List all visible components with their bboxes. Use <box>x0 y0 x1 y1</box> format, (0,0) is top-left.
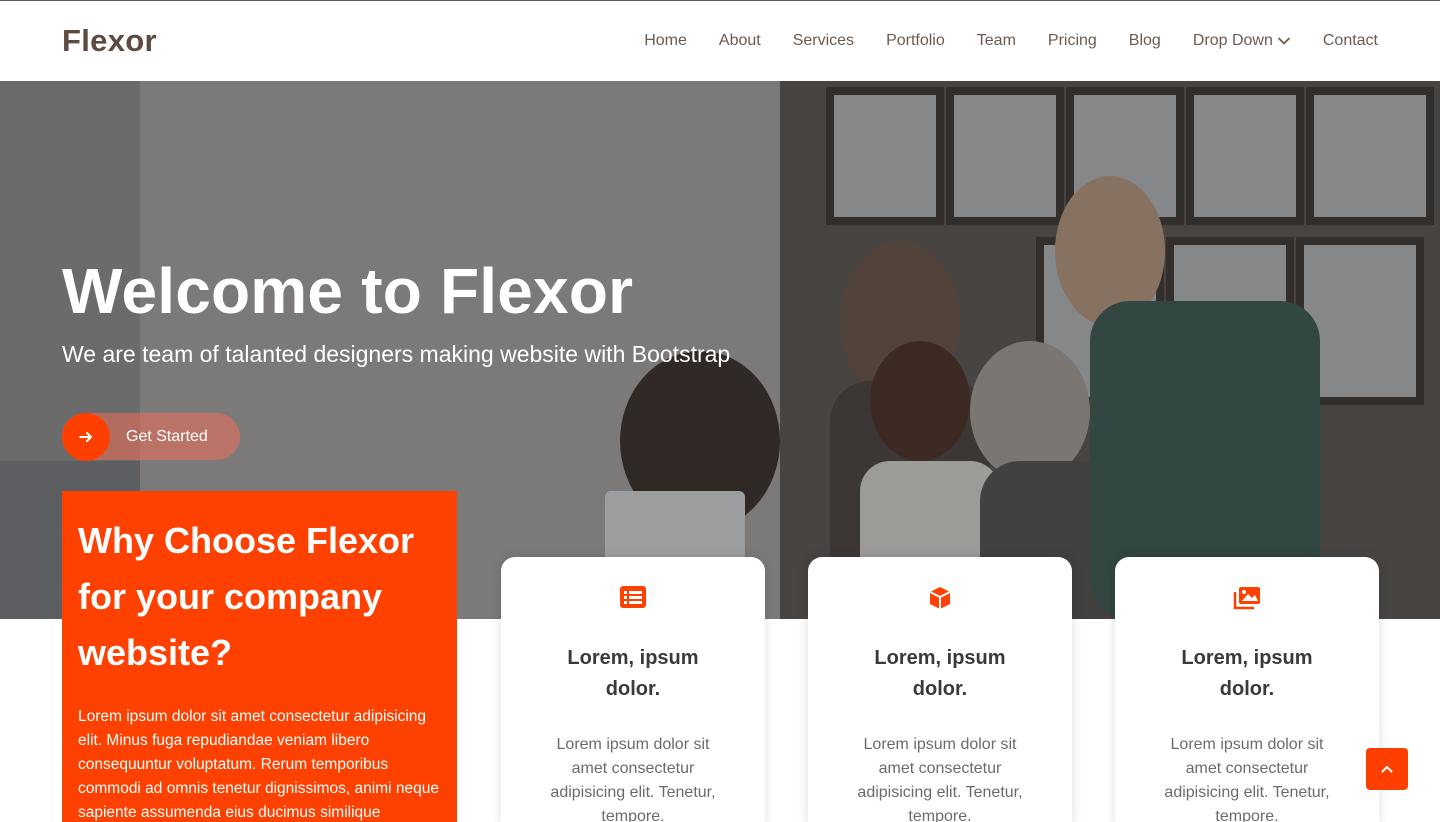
chevron-up-icon <box>1381 766 1393 773</box>
main-nav: Home About Services Portfolio Team Prici… <box>644 32 1378 50</box>
hero-title: Welcome to Flexor <box>62 255 634 327</box>
feature-card-text: Lorem ipsum dolor sit amet consectetur a… <box>857 736 1023 822</box>
nav-item-portfolio[interactable]: Portfolio <box>886 32 945 50</box>
nav-item-team[interactable]: Team <box>977 32 1016 50</box>
list-icon <box>620 586 646 608</box>
logo[interactable]: Flexor <box>62 23 157 59</box>
arrow-right-icon <box>79 431 92 442</box>
feature-card: Lorem, ipsum dolor. Lorem ipsum dolor si… <box>1115 557 1379 822</box>
feature-card-title: Lorem, ipsum dolor. <box>874 647 1006 700</box>
feature-card-title: Lorem, ipsum dolor. <box>1181 647 1313 700</box>
nav-item-about[interactable]: About <box>719 32 761 50</box>
why-choose-text: Lorem ipsum dolor sit amet consectetur a… <box>78 708 439 821</box>
why-choose-title: Why Choose Flexor for your company websi… <box>78 520 415 673</box>
images-icon <box>1233 587 1260 610</box>
nav-item-dropdown-label: Drop Down <box>1192 32 1273 49</box>
feature-card: Lorem, ipsum dolor. Lorem ipsum dolor si… <box>501 557 765 822</box>
site-header: Flexor Home About Services Portfolio Tea… <box>0 0 1440 81</box>
scroll-top-button[interactable] <box>1366 748 1408 790</box>
feature-card-text: Lorem ipsum dolor sit amet consectetur a… <box>1164 736 1330 822</box>
nav-item-dropdown[interactable]: Drop Down <box>1193 32 1291 50</box>
chevron-down-icon <box>1277 37 1290 45</box>
nav-item-home[interactable]: Home <box>644 32 687 50</box>
nav-item-blog[interactable]: Blog <box>1129 32 1161 50</box>
feature-card-title: Lorem, ipsum dolor. <box>567 647 699 700</box>
nav-item-pricing[interactable]: Pricing <box>1048 32 1097 50</box>
nav-item-contact[interactable]: Contact <box>1323 32 1378 50</box>
why-choose-box: Why Choose Flexor for your company websi… <box>62 491 457 822</box>
get-started-button[interactable]: Get Started <box>62 412 240 461</box>
nav-item-services[interactable]: Services <box>793 32 854 50</box>
cube-icon <box>929 587 951 609</box>
get-started-label: Get Started <box>126 427 208 445</box>
feature-card: Lorem, ipsum dolor. Lorem ipsum dolor si… <box>808 557 1072 822</box>
hero-subtitle: We are team of talanted designers making… <box>62 341 731 367</box>
get-started-circle <box>62 412 110 461</box>
feature-card-text: Lorem ipsum dolor sit amet consectetur a… <box>550 736 716 822</box>
